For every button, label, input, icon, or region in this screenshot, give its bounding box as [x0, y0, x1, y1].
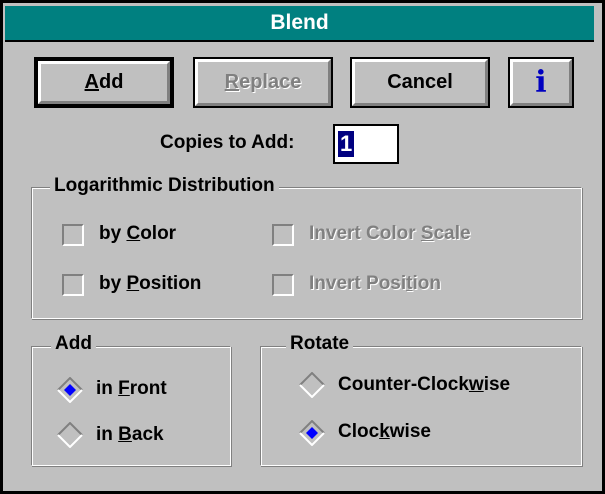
add-button-label: Add	[84, 71, 124, 93]
cancel-button[interactable]: Cancel	[350, 57, 490, 108]
in-back-label[interactable]: in Back	[96, 424, 164, 446]
logarithmic-distribution-group	[31, 187, 582, 319]
copies-to-add-input[interactable]: 1	[333, 124, 399, 164]
counter-clockwise-radio[interactable]	[299, 372, 325, 398]
in-back-radio[interactable]	[57, 422, 83, 448]
in-front-radio[interactable]	[57, 377, 83, 403]
info-icon: i	[535, 65, 547, 100]
by-color-label[interactable]: by Color	[99, 223, 176, 245]
invert-color-scale-label[interactable]: Invert Color Scale	[309, 223, 471, 245]
in-front-label[interactable]: in Front	[96, 378, 167, 400]
clockwise-radio[interactable]	[299, 420, 325, 446]
by-color-checkbox[interactable]	[62, 224, 84, 246]
invert-position-label[interactable]: Invert Position	[309, 273, 441, 295]
add-position-group	[31, 346, 231, 466]
rotate-group	[260, 346, 582, 466]
info-button[interactable]: i	[508, 57, 574, 108]
clockwise-label[interactable]: Clockwise	[338, 421, 431, 443]
by-position-label[interactable]: by Position	[99, 273, 201, 295]
invert-color-scale-checkbox[interactable]	[272, 224, 294, 246]
replace-button-label: Replace	[224, 71, 302, 93]
by-position-checkbox[interactable]	[62, 274, 84, 296]
cancel-button-label: Cancel	[387, 71, 453, 93]
invert-position-checkbox[interactable]	[272, 274, 294, 296]
copies-to-add-label: Copies to Add:	[160, 132, 295, 153]
dialog-title: Blend	[5, 6, 594, 42]
rotate-group-title: Rotate	[286, 333, 354, 355]
add-group-title: Add	[51, 333, 96, 355]
counter-clockwise-label[interactable]: Counter-Clockwise	[338, 374, 510, 396]
add-button[interactable]: Add	[34, 57, 174, 108]
replace-button[interactable]: Replace	[193, 57, 333, 108]
logarithmic-distribution-title: Logarithmic Distribution	[50, 175, 279, 197]
